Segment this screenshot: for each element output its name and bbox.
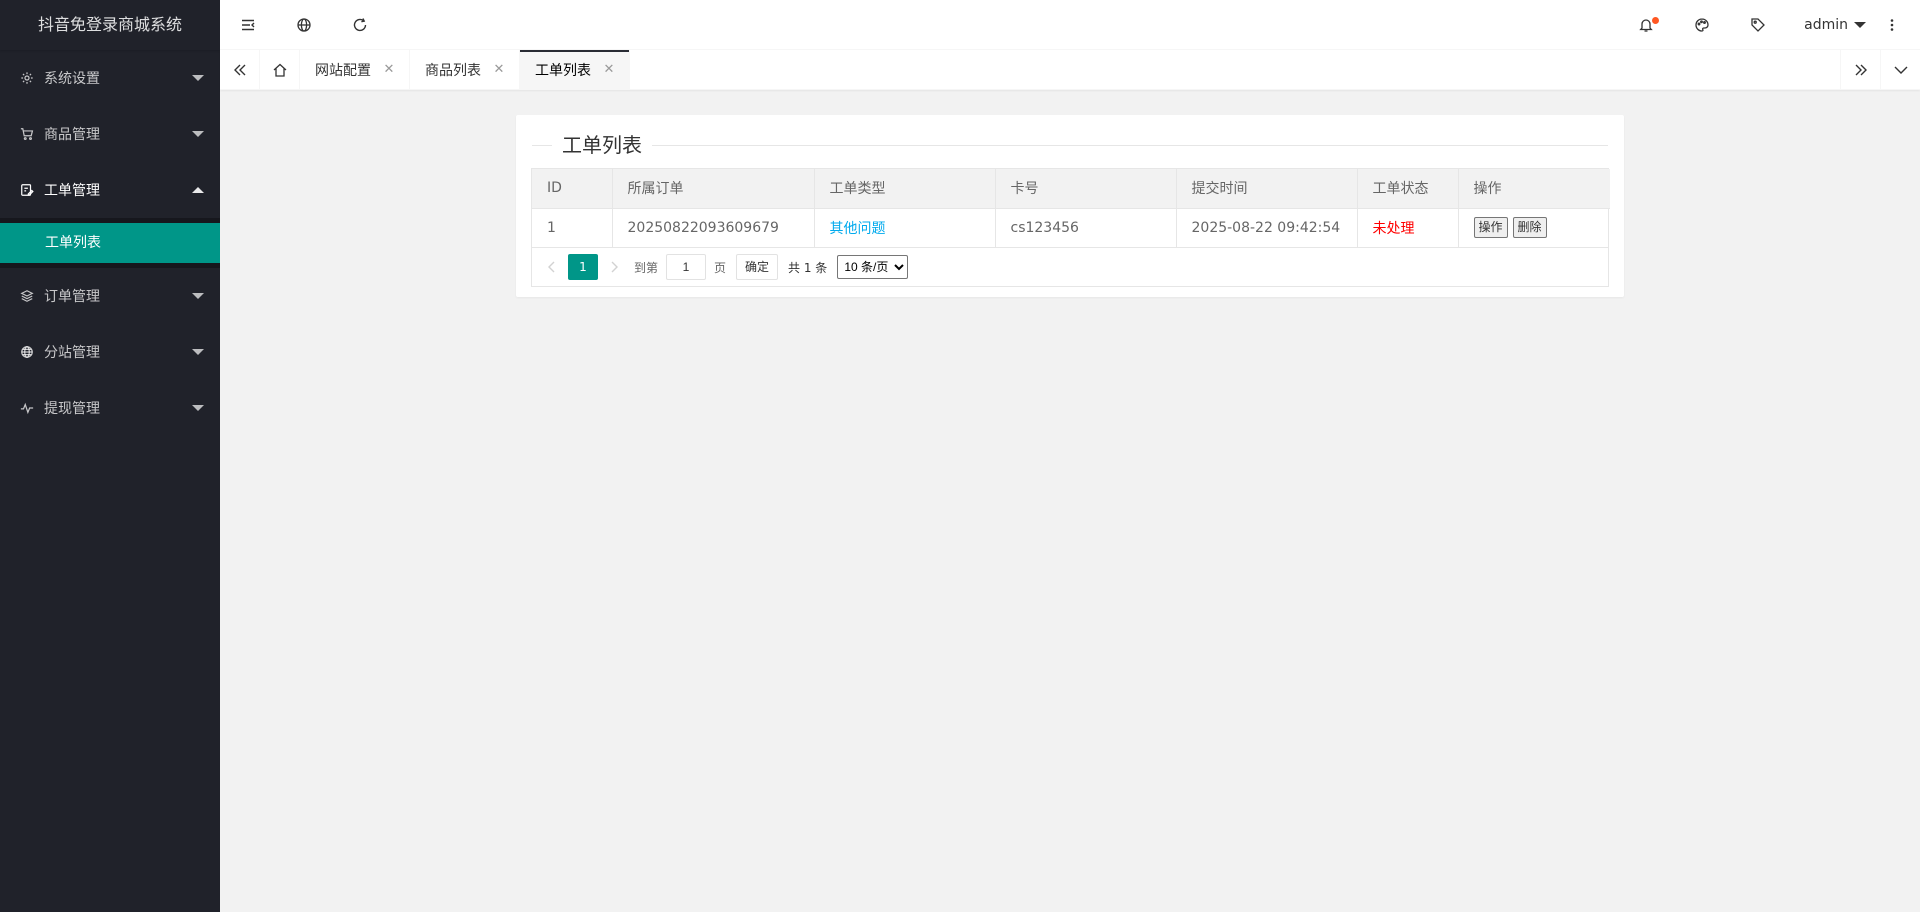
notification-dot <box>1652 17 1659 24</box>
chevron-down-icon <box>192 349 204 355</box>
sidebar-item-label: 系统设置 <box>44 71 100 87</box>
chevron-down-icon <box>192 293 204 299</box>
cell-time: 2025-08-22 09:42:54 <box>1176 208 1358 247</box>
sidebar-item-product-management[interactable]: 商品管理 <box>0 106 220 162</box>
tabs-scroll-left-icon[interactable] <box>220 50 260 90</box>
shrink-menu-icon[interactable] <box>220 0 276 50</box>
cell-card: cs123456 <box>995 208 1177 247</box>
sidebar-item-label: 订单管理 <box>44 289 100 305</box>
sidebar-item-label: 工单管理 <box>44 183 100 199</box>
goto-confirm-button[interactable]: 确定 <box>736 254 779 280</box>
sidebar-item-ticket-management[interactable]: 工单管理 <box>0 162 220 218</box>
globe-icon <box>20 345 34 359</box>
close-icon[interactable]: ✕ <box>381 62 397 78</box>
goto-label: 到第 <box>634 260 659 275</box>
page-title: 工单列表 <box>552 131 652 159</box>
chevron-down-icon <box>192 405 204 411</box>
tab-label: 商品列表 <box>425 63 481 79</box>
panel-title-fieldset: 工单列表 <box>532 125 1608 159</box>
column-header-time[interactable]: 提交时间 <box>1176 169 1358 208</box>
refresh-icon[interactable] <box>332 0 388 50</box>
layers-icon <box>20 289 34 303</box>
sidebar-subitem-ticket-list[interactable]: 工单列表 <box>0 223 220 263</box>
column-header-id[interactable]: ID <box>532 169 613 208</box>
sidebar-menu: 系统设置 商品管理 工单管理 工单列表 订单管理 分站管理 提现管理 <box>0 50 220 436</box>
current-page[interactable]: 1 <box>568 254 598 280</box>
chevron-down-icon <box>192 131 204 137</box>
cell-type[interactable]: 其他问题 <box>814 208 996 247</box>
page-unit-label: 页 <box>714 260 727 275</box>
sidebar-item-substation-management[interactable]: 分站管理 <box>0 324 220 380</box>
sidebar-submenu-ticket: 工单列表 <box>0 218 220 268</box>
column-header-card[interactable]: 卡号 <box>995 169 1177 208</box>
sidebar-item-label: 商品管理 <box>44 127 100 143</box>
sidebar: 抖音免登录商城系统 系统设置 商品管理 工单管理 工单列表 订单管理 分站管理 … <box>0 0 220 912</box>
goto-page-input[interactable] <box>666 254 707 280</box>
table-header-row: ID 所属订单 工单类型 卡号 提交时间 工单状态 操作 <box>532 169 1610 208</box>
pulse-icon <box>20 401 34 415</box>
tab-ticket-list[interactable]: 工单列表 ✕ <box>520 50 630 90</box>
gear-icon <box>20 71 34 85</box>
top-header: admin <box>220 0 1920 50</box>
column-header-order[interactable]: 所属订单 <box>612 169 815 208</box>
cart-icon <box>20 127 34 141</box>
cell-actions: 操作 删除 <box>1458 208 1610 247</box>
sidebar-item-system-settings[interactable]: 系统设置 <box>0 50 220 106</box>
tag-icon[interactable] <box>1730 0 1786 50</box>
sidebar-item-label: 提现管理 <box>44 401 100 417</box>
chevron-up-icon <box>192 187 204 193</box>
next-page-icon[interactable] <box>600 253 628 281</box>
cell-id: 1 <box>532 208 613 247</box>
home-icon[interactable] <box>260 50 300 90</box>
app-logo-title[interactable]: 抖音免登录商城系统 <box>0 0 220 50</box>
prev-page-icon[interactable] <box>538 253 566 281</box>
chevron-down-icon <box>192 75 204 81</box>
column-header-status[interactable]: 工单状态 <box>1357 169 1459 208</box>
user-name: admin <box>1804 17 1848 33</box>
title-divider <box>532 145 1608 146</box>
edit-icon <box>20 183 34 197</box>
pagination: 1 到第 页 确定 共 1 条 10 条/页 <box>532 247 1608 286</box>
tab-label: 网站配置 <box>315 63 371 79</box>
page-tabs-bar: 网站配置 ✕ 商品列表 ✕ 工单列表 ✕ <box>220 50 1920 90</box>
cell-status: 未处理 <box>1357 208 1459 247</box>
tabs-menu-chevron-down-icon[interactable] <box>1880 50 1920 90</box>
caret-down-icon <box>1854 22 1866 28</box>
close-icon[interactable]: ✕ <box>491 62 507 78</box>
tab-site-config[interactable]: 网站配置 ✕ <box>300 50 410 90</box>
column-header-type[interactable]: 工单类型 <box>814 169 996 208</box>
operate-button[interactable]: 操作 <box>1473 217 1508 239</box>
ticket-list-panel: 工单列表 ID 所属订单 工单类型 卡号 提交时间 工单状态 操作 1 2025… <box>516 115 1624 297</box>
table-row[interactable]: 1 20250822093609679 其他问题 cs123456 2025-0… <box>532 208 1610 247</box>
theme-icon[interactable] <box>1674 0 1730 50</box>
page-size-select[interactable]: 10 条/页 <box>837 255 909 279</box>
sidebar-item-withdrawal-management[interactable]: 提现管理 <box>0 380 220 436</box>
sidebar-item-order-management[interactable]: 订单管理 <box>0 268 220 324</box>
column-header-actions: 操作 <box>1473 181 1502 198</box>
close-icon[interactable]: ✕ <box>601 62 617 78</box>
tab-list: 网站配置 ✕ 商品列表 ✕ 工单列表 ✕ <box>300 50 630 90</box>
bell-icon[interactable] <box>1618 0 1674 50</box>
cell-order: 20250822093609679 <box>612 208 815 247</box>
globe-icon[interactable] <box>276 0 332 50</box>
sidebar-item-label: 分站管理 <box>44 345 100 361</box>
ticket-table: ID 所属订单 工单类型 卡号 提交时间 工单状态 操作 1 202508220… <box>531 168 1610 287</box>
tab-product-list[interactable]: 商品列表 ✕ <box>410 50 520 90</box>
user-menu[interactable]: admin <box>1804 0 1866 50</box>
tab-label: 工单列表 <box>535 63 591 79</box>
delete-button[interactable]: 删除 <box>1512 217 1547 239</box>
more-icon[interactable] <box>1880 0 1904 50</box>
tabs-scroll-right-icon[interactable] <box>1840 50 1880 90</box>
total-count: 共 1 条 <box>788 260 828 275</box>
